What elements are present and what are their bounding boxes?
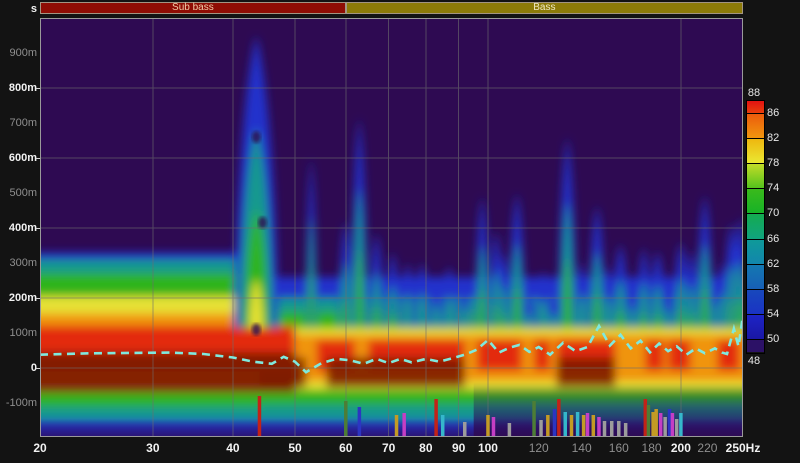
x-tick-label: 60 xyxy=(339,441,352,455)
y-tick-label: 300m xyxy=(9,257,37,269)
x-tick-label: 120 xyxy=(529,441,549,455)
color-scale-segment xyxy=(747,139,764,164)
y-tick-label: -100m xyxy=(6,397,37,409)
color-scale-segment xyxy=(747,290,764,315)
color-scale-tick-label: 70 xyxy=(767,207,779,219)
color-scale-segment xyxy=(747,164,764,189)
band-header-sub-bass: Sub bass xyxy=(40,2,346,14)
x-tick-label: 180 xyxy=(642,441,662,455)
y-tick-mark xyxy=(36,298,40,299)
color-scale-bar[interactable] xyxy=(746,100,765,354)
y-tick-label: 700m xyxy=(9,117,37,129)
band-header-bass-label: Bass xyxy=(533,3,555,13)
x-tick-label: 80 xyxy=(419,441,432,455)
x-tick-label: 140 xyxy=(572,441,592,455)
band-header-bass: Bass xyxy=(346,2,743,14)
color-scale-tick-label: 86 xyxy=(767,107,779,119)
y-tick-label: 100m xyxy=(9,327,37,339)
x-tick-label: 220 xyxy=(697,441,717,455)
y-axis-unit-label: s xyxy=(31,3,37,15)
color-scale-segment xyxy=(747,114,764,139)
spectrogram-heatmap xyxy=(40,18,743,437)
color-scale-tick-label: 78 xyxy=(767,157,779,169)
y-tick-mark xyxy=(36,158,40,159)
x-tick-label: 90 xyxy=(452,441,465,455)
color-scale-segment xyxy=(747,340,764,352)
color-scale-tick-label: 66 xyxy=(767,233,779,245)
x-tick-label: 70 xyxy=(382,441,395,455)
y-tick-label: 600m xyxy=(9,152,37,164)
x-tick-label: 160 xyxy=(609,441,629,455)
x-tick-label: 40 xyxy=(226,441,239,455)
color-scale-segment xyxy=(747,101,764,114)
y-tick-mark xyxy=(36,368,40,369)
color-scale-tick-label: 62 xyxy=(767,258,779,270)
x-tick-label: 250Hz xyxy=(726,441,761,455)
color-scale-segment xyxy=(747,240,764,265)
y-tick-label: 500m xyxy=(9,187,37,199)
color-scale-segment xyxy=(747,315,764,340)
color-scale-segment xyxy=(747,189,764,214)
y-tick-mark xyxy=(36,228,40,229)
x-tick-label: 30 xyxy=(146,441,159,455)
y-tick-label: 900m xyxy=(9,47,37,59)
color-scale-tick-label: 54 xyxy=(767,308,779,320)
y-tick-mark xyxy=(36,88,40,89)
color-scale-min-label: 48 xyxy=(748,355,760,367)
x-tick-label: 50 xyxy=(288,441,301,455)
y-tick-label: 400m xyxy=(9,222,37,234)
band-header-sub-bass-label: Sub bass xyxy=(172,3,214,13)
color-scale-tick-label: 50 xyxy=(767,333,779,345)
color-scale-legend: 88 86 82 78 74 70 66 62 58 54 50 48 xyxy=(744,87,800,383)
spectrogram-canvas[interactable] xyxy=(40,18,743,437)
color-scale-max-label: 88 xyxy=(748,87,760,99)
color-scale-segment xyxy=(747,265,764,290)
spectrogram-figure: s Sub bass Bass 900m 800m 700m 600m 500m 400m… xyxy=(0,0,800,463)
color-scale-tick-label: 74 xyxy=(767,182,779,194)
color-scale-tick-label: 58 xyxy=(767,283,779,295)
x-tick-label: 200 xyxy=(671,441,691,455)
color-scale-tick-label: 82 xyxy=(767,132,779,144)
x-tick-label: 20 xyxy=(33,441,46,455)
color-scale-segment xyxy=(747,214,764,239)
y-tick-label: 800m xyxy=(9,82,37,94)
y-tick-label: 200m xyxy=(9,292,37,304)
x-tick-label: 100 xyxy=(478,441,498,455)
